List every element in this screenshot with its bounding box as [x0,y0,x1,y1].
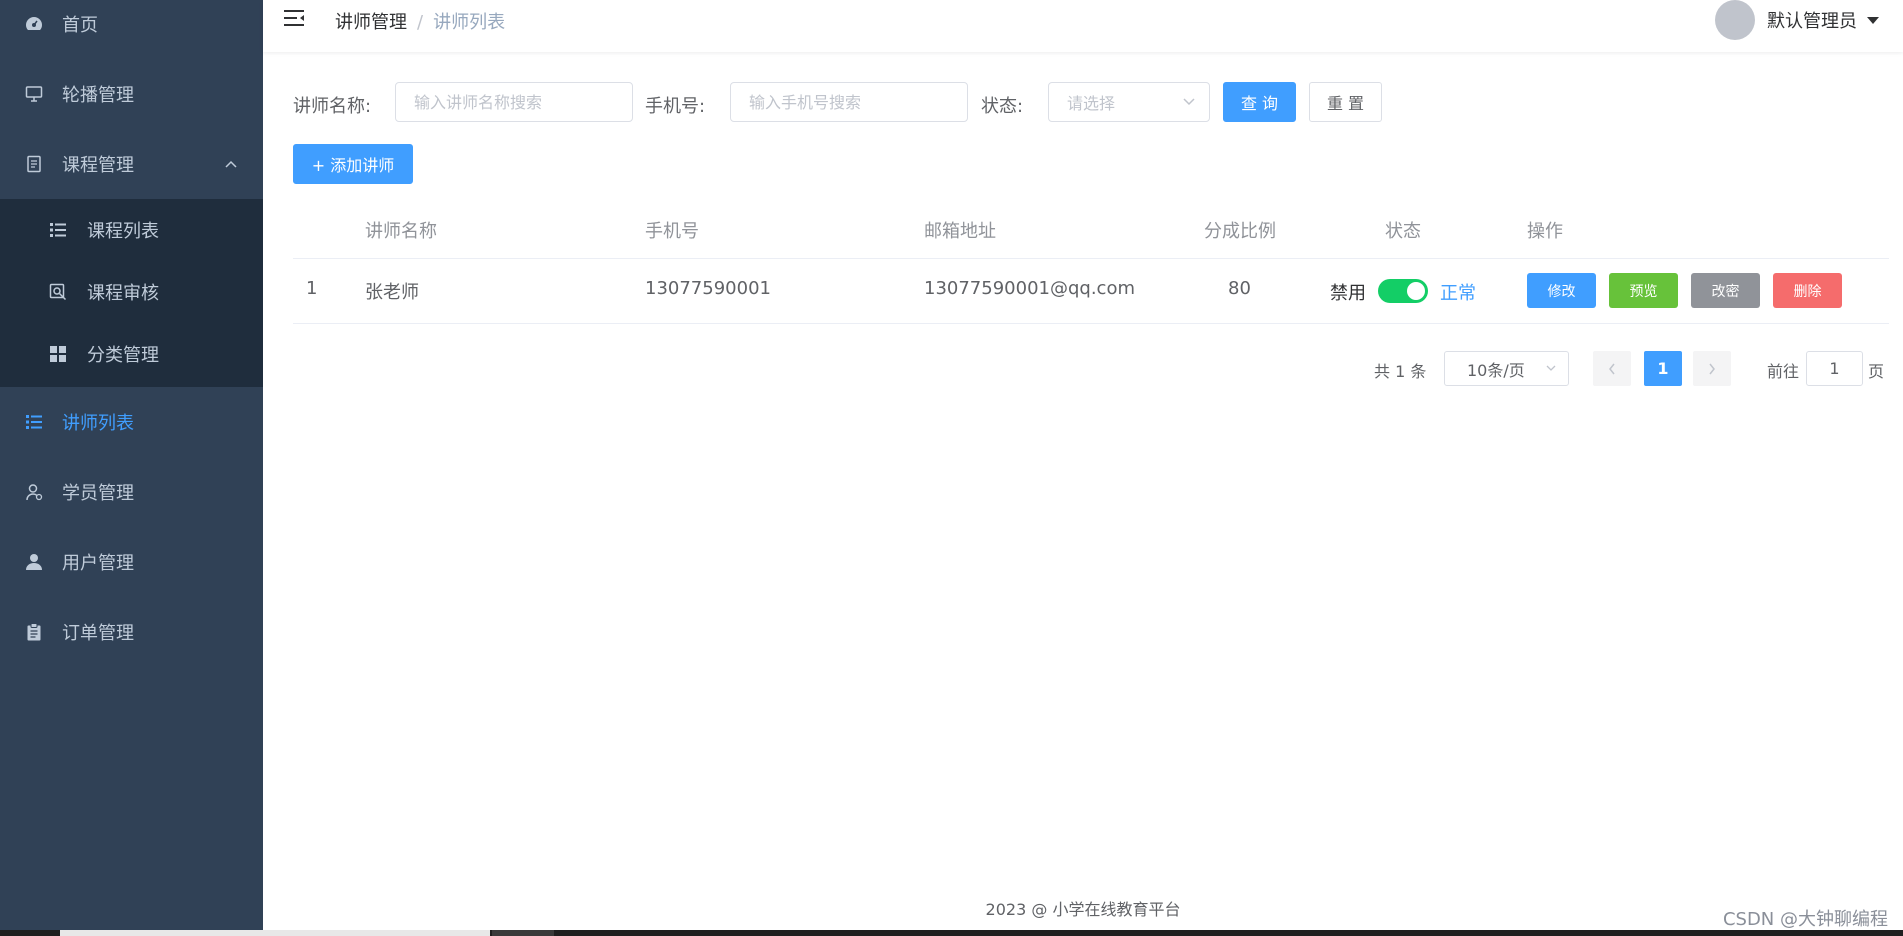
sidebar-item-courses[interactable]: 课程管理 [0,129,263,199]
row-divider [293,323,1889,324]
prev-page-button[interactable] [1593,351,1631,386]
query-button[interactable]: 查 询 [1223,82,1296,122]
sidebar-item-label: 课程管理 [62,155,134,176]
grid-icon [50,346,66,362]
review-icon [49,283,67,301]
sidebar-item-label: 订单管理 [62,623,134,644]
column-header-ratio: 分成比例 [1204,221,1276,242]
phone-label: 手机号: [645,96,706,117]
status-select-placeholder: 请选择 [1067,94,1116,113]
chevron-left-icon [1609,363,1615,374]
teacher-name-label: 讲师名称: [293,96,372,117]
avatar[interactable] [1715,0,1755,40]
sidebar-item-orders[interactable]: 订单管理 [0,597,263,667]
page-size-select[interactable]: 10条/页 [1444,351,1569,386]
edit-button[interactable]: 修改 [1527,273,1596,308]
change-password-button[interactable]: 改密 [1691,273,1760,308]
sidebar-item-label: 讲师列表 [62,413,134,434]
delete-button[interactable]: 删除 [1773,273,1842,308]
sidebar-item-course-list[interactable]: 课程列表 [0,199,263,261]
column-header-email: 邮箱地址 [924,221,996,242]
goto-page-input[interactable] [1806,351,1863,386]
user-icon [26,554,42,570]
sidebar-item-carousel[interactable]: 轮播管理 [0,59,263,129]
app: 首页 轮播管理 课程管理 课程列表 课程审核 分类管理 讲师列表 学员管理 用户… [0,0,1903,936]
breadcrumb-current: 讲师列表 [433,12,506,33]
column-header-name: 讲师名称 [365,221,437,242]
status-select[interactable]: 请选择 [1048,82,1210,122]
row-index: 1 [306,278,318,299]
page-suffix: 页 [1868,362,1885,381]
sub-item-label: 课程列表 [87,221,159,242]
teacher-ratio: 80 [1228,278,1251,299]
dashboard-icon [26,17,42,30]
sidebar-item-label: 学员管理 [62,483,134,504]
page-number-button[interactable]: 1 [1644,351,1682,386]
list-icon [26,415,42,429]
pagination-total: 共 1 条 [1374,362,1427,381]
chevron-down-icon [1183,98,1195,106]
monitor-icon [25,86,43,102]
scrollbar-thumb[interactable] [492,930,554,936]
student-icon [26,484,43,501]
user-menu[interactable]: 默认管理员 [1715,0,1879,40]
sidebar-item-course-review[interactable]: 课程审核 [0,261,263,323]
status-toggle[interactable] [1378,279,1428,303]
breadcrumb: 讲师管理 / 讲师列表 [335,8,505,34]
teacher-name: 张老师 [365,282,419,303]
hamburger-icon[interactable] [283,8,305,28]
watermark: CSDN @大钟聊编程 [1722,909,1888,930]
list-icon [50,223,66,237]
add-teacher-button[interactable]: + 添加讲师 [293,144,413,184]
chevron-right-icon [1709,363,1715,374]
sidebar-item-label: 用户管理 [62,553,134,574]
header-divider [293,258,1889,259]
sidebar-item-label: 轮播管理 [62,85,134,106]
footer: 2023 @ 小学在线教育平台 [985,900,1181,919]
status-label: 状态: [981,96,1024,117]
column-header-status: 状态 [1385,221,1421,242]
page-size-value: 10条/页 [1467,360,1525,380]
toggle-knob [1407,282,1425,300]
teacher-phone: 13077590001 [645,278,771,299]
reset-button[interactable]: 重 置 [1309,82,1382,122]
sub-item-label: 课程审核 [87,283,159,304]
username[interactable]: 默认管理员 [1767,7,1857,33]
bottom-scrollbar[interactable] [0,930,1903,936]
clipboard-icon [27,623,41,641]
chevron-up-icon [225,160,237,168]
preview-button[interactable]: 预览 [1609,273,1678,308]
sidebar-item-home[interactable]: 首页 [0,0,263,59]
sidebar: 首页 轮播管理 课程管理 课程列表 课程审核 分类管理 讲师列表 学员管理 用户… [0,0,263,930]
document-icon [27,155,41,173]
column-header-actions: 操作 [1527,221,1563,242]
scrollbar-track [60,930,490,936]
status-on-label: 正常 [1440,283,1476,304]
sidebar-item-category[interactable]: 分类管理 [0,323,263,385]
status-off-label: 禁用 [1330,283,1366,304]
sidebar-item-label: 首页 [62,15,98,36]
goto-label: 前往 [1767,362,1800,381]
sidebar-item-users[interactable]: 用户管理 [0,527,263,597]
breadcrumb-parent[interactable]: 讲师管理 [335,12,407,33]
column-header-phone: 手机号 [645,221,699,242]
next-page-button[interactable] [1693,351,1731,386]
sidebar-item-teachers[interactable]: 讲师列表 [0,387,263,457]
sub-item-label: 分类管理 [87,345,159,366]
chevron-down-icon [1546,365,1556,371]
teacher-email: 13077590001@qq.com [924,278,1135,299]
navbar: 讲师管理 / 讲师列表 默认管理员 [263,0,1903,52]
phone-input[interactable] [730,82,968,122]
breadcrumb-separator: / [417,12,424,33]
courses-submenu: 课程列表 课程审核 分类管理 [0,199,263,387]
sidebar-item-students[interactable]: 学员管理 [0,457,263,527]
caret-down-icon[interactable] [1867,16,1879,24]
teacher-name-input[interactable] [395,82,633,122]
